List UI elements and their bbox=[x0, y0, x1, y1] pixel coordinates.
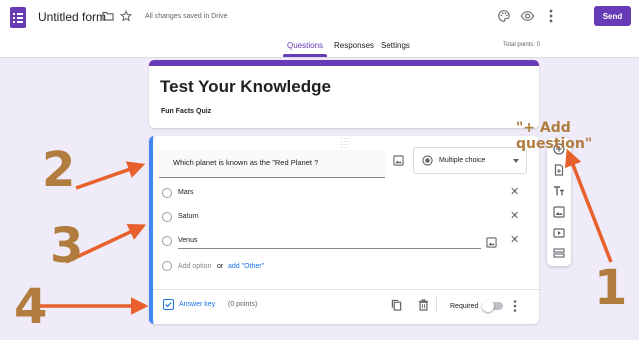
annotation-number-2: 2 bbox=[42, 142, 76, 198]
annotation-number-3: 3 bbox=[50, 218, 84, 274]
annotation-number-1: 1 bbox=[594, 260, 628, 316]
annotation-arrows bbox=[40, 148, 613, 315]
annotation-number-4: 4 bbox=[14, 279, 48, 335]
annotation-add-question: "+ Add question" bbox=[516, 120, 593, 152]
arrow-to-add-question bbox=[564, 148, 613, 263]
arrow-to-question bbox=[75, 161, 146, 190]
